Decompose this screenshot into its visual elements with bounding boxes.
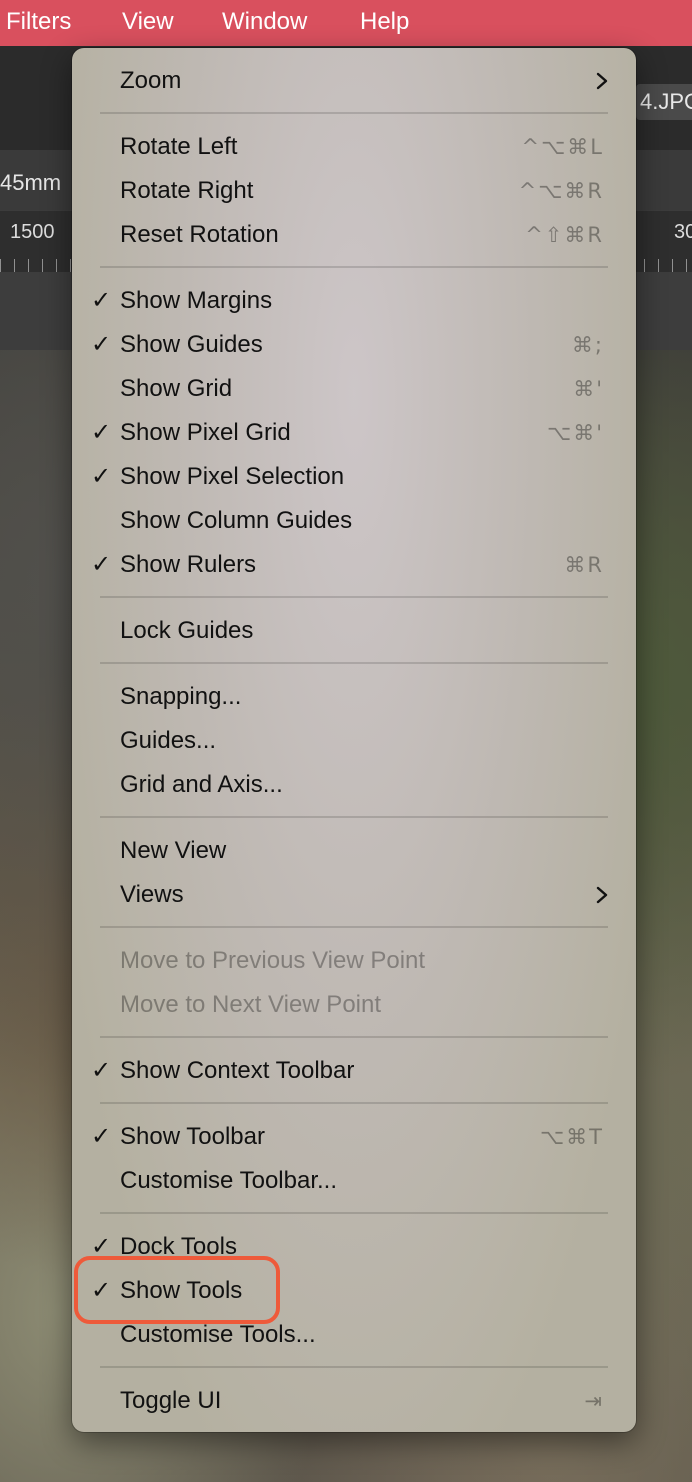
menubar-view[interactable]: View xyxy=(122,8,174,36)
menu-item-label: Show Context Toolbar xyxy=(120,1057,355,1084)
menu-item-label: Grid and Axis... xyxy=(120,771,283,798)
menu-item-reset-rotation[interactable]: Reset Rotation ^⇧⌘R xyxy=(72,213,636,257)
menu-item-customise-toolbar[interactable]: Customise Toolbar... xyxy=(72,1159,636,1203)
checkmark-icon: ✓ xyxy=(91,287,112,314)
checkmark-icon: ✓ xyxy=(91,551,112,578)
menu-item-new-view[interactable]: New View xyxy=(72,829,636,873)
menu-item-snapping[interactable]: Snapping... xyxy=(72,675,636,719)
highlight-annotation xyxy=(74,1256,280,1324)
chevron-right-icon xyxy=(596,886,608,904)
shortcut-label: ⌘' xyxy=(573,377,604,401)
chevron-right-icon xyxy=(596,72,608,90)
menu-item-label: Show Column Guides xyxy=(120,507,353,534)
menu-item-label: Customise Toolbar... xyxy=(120,1167,337,1194)
menu-item-move-next-view-point: Move to Next View Point xyxy=(72,983,636,1027)
menu-item-label: Lock Guides xyxy=(120,617,254,644)
menu-item-label: New View xyxy=(120,837,227,864)
menu-item-label: Show Toolbar xyxy=(120,1123,265,1150)
shortcut-label: ⌘; xyxy=(571,333,604,357)
menu-separator xyxy=(100,662,608,664)
menu-item-show-column-guides[interactable]: Show Column Guides xyxy=(72,499,636,543)
menu-item-show-guides[interactable]: ✓ Show Guides ⌘; xyxy=(72,323,636,367)
menu-item-rotate-left[interactable]: Rotate Left ^⌥⌘L xyxy=(72,125,636,169)
units-readout: 45mm xyxy=(0,170,62,195)
menu-item-label: Guides... xyxy=(120,727,217,754)
menu-item-show-grid[interactable]: Show Grid ⌘' xyxy=(72,367,636,411)
menubar-help[interactable]: Help xyxy=(360,8,409,36)
menu-separator xyxy=(100,926,608,928)
menu-item-label: Rotate Left xyxy=(120,133,238,160)
menu-item-views[interactable]: Views xyxy=(72,873,636,917)
document-tab[interactable]: 4.JPG xyxy=(636,84,692,120)
menu-item-label: Snapping... xyxy=(120,683,242,710)
menu-item-show-pixel-selection[interactable]: ✓ Show Pixel Selection xyxy=(72,455,636,499)
menu-item-label: Show Margins xyxy=(120,287,273,314)
checkmark-icon: ✓ xyxy=(91,463,112,490)
menu-item-show-toolbar[interactable]: ✓ Show Toolbar ⌥⌘T xyxy=(72,1115,636,1159)
shortcut-label: ⌥⌘' xyxy=(547,421,604,445)
menu-item-show-context-toolbar[interactable]: ✓ Show Context Toolbar xyxy=(72,1049,636,1093)
menu-separator xyxy=(100,266,608,268)
tab-key-icon: ⇥ xyxy=(584,1389,604,1413)
checkmark-icon: ✓ xyxy=(91,1057,112,1084)
menu-separator xyxy=(100,1036,608,1038)
app-menu-bar: Filters View Window Help xyxy=(0,0,692,46)
shortcut-label: ⌘R xyxy=(564,553,604,577)
menu-item-label: Show Guides xyxy=(120,331,263,358)
menu-separator xyxy=(100,1366,608,1368)
menu-item-label: Move to Previous View Point xyxy=(120,947,426,974)
checkmark-icon: ✓ xyxy=(91,1123,112,1150)
menu-item-label: Zoom xyxy=(120,67,182,94)
checkmark-icon: ✓ xyxy=(91,331,112,358)
shortcut-label: ^⌥⌘R xyxy=(518,179,604,203)
ruler-label-right: 30 xyxy=(674,221,692,243)
shortcut-label: ^⇧⌘R xyxy=(525,223,604,247)
menu-item-rotate-right[interactable]: Rotate Right ^⌥⌘R xyxy=(72,169,636,213)
shortcut-label: ⌥⌘T xyxy=(539,1125,604,1149)
menu-item-move-prev-view-point: Move to Previous View Point xyxy=(72,939,636,983)
menu-item-label: Views xyxy=(120,881,184,908)
menu-item-grid-and-axis[interactable]: Grid and Axis... xyxy=(72,763,636,807)
menu-item-show-margins[interactable]: ✓ Show Margins xyxy=(72,279,636,323)
menu-item-toggle-ui[interactable]: Toggle UI ⇥ xyxy=(72,1379,636,1423)
menu-separator xyxy=(100,816,608,818)
menu-item-label: Show Pixel Selection xyxy=(120,463,345,490)
checkmark-icon: ✓ xyxy=(91,419,112,446)
menu-separator xyxy=(100,596,608,598)
menu-item-guides[interactable]: Guides... xyxy=(72,719,636,763)
menu-item-label: Toggle UI xyxy=(120,1387,222,1414)
menu-item-zoom[interactable]: Zoom xyxy=(72,59,636,103)
menu-item-label: Show Pixel Grid xyxy=(120,419,291,446)
menu-separator xyxy=(100,112,608,114)
ruler-label-left: 1500 xyxy=(10,221,55,243)
menu-item-label: Reset Rotation xyxy=(120,221,279,248)
menu-item-show-rulers[interactable]: ✓ Show Rulers ⌘R xyxy=(72,543,636,587)
menu-item-label: Show Rulers xyxy=(120,551,257,578)
shortcut-label: ^⌥⌘L xyxy=(521,135,604,159)
menu-item-show-pixel-grid[interactable]: ✓ Show Pixel Grid ⌥⌘' xyxy=(72,411,636,455)
menu-item-lock-guides[interactable]: Lock Guides xyxy=(72,609,636,653)
menubar-window[interactable]: Window xyxy=(222,8,307,36)
menu-item-label: Show Grid xyxy=(120,375,233,402)
menu-separator xyxy=(100,1102,608,1104)
menu-item-label: Rotate Right xyxy=(120,177,254,204)
view-menu: Zoom Rotate Left ^⌥⌘L Rotate Right ^⌥⌘R … xyxy=(72,48,636,1432)
menu-separator xyxy=(100,1212,608,1214)
menu-item-label: Move to Next View Point xyxy=(120,991,382,1018)
menubar-filters[interactable]: Filters xyxy=(6,8,71,36)
